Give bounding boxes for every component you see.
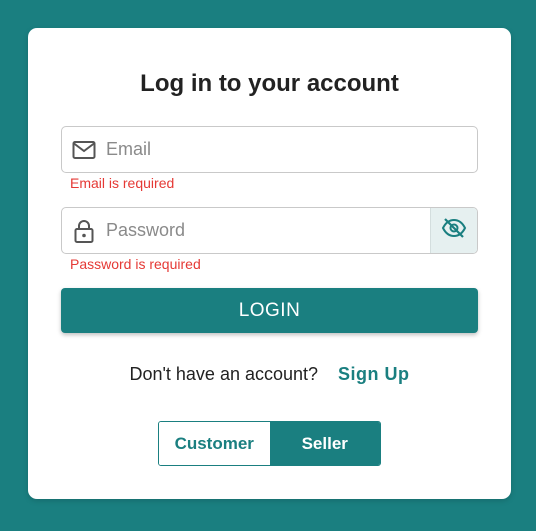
email-field[interactable] [61, 126, 478, 173]
role-toggle: Customer Seller [158, 421, 381, 466]
lock-icon [71, 219, 97, 243]
signup-prompt: Don't have an account? [129, 364, 319, 384]
email-error: Email is required [70, 175, 175, 191]
password-error: Password is required [70, 256, 201, 272]
login-card: Log in to your account Email is required [28, 28, 511, 499]
signup-row: Don't have an account? Sign Up [28, 364, 511, 385]
password-input[interactable] [106, 208, 426, 253]
mail-icon [71, 138, 97, 162]
eye-off-icon [441, 217, 467, 244]
email-input[interactable] [106, 127, 426, 172]
login-button[interactable]: LOGIN [61, 288, 478, 333]
role-option-seller[interactable]: Seller [269, 422, 380, 465]
password-field[interactable] [61, 207, 478, 254]
role-option-customer[interactable]: Customer [159, 422, 270, 465]
signup-link[interactable]: Sign Up [338, 364, 410, 384]
page-title: Log in to your account [140, 70, 399, 97]
toggle-password-visibility-button[interactable] [430, 208, 477, 253]
